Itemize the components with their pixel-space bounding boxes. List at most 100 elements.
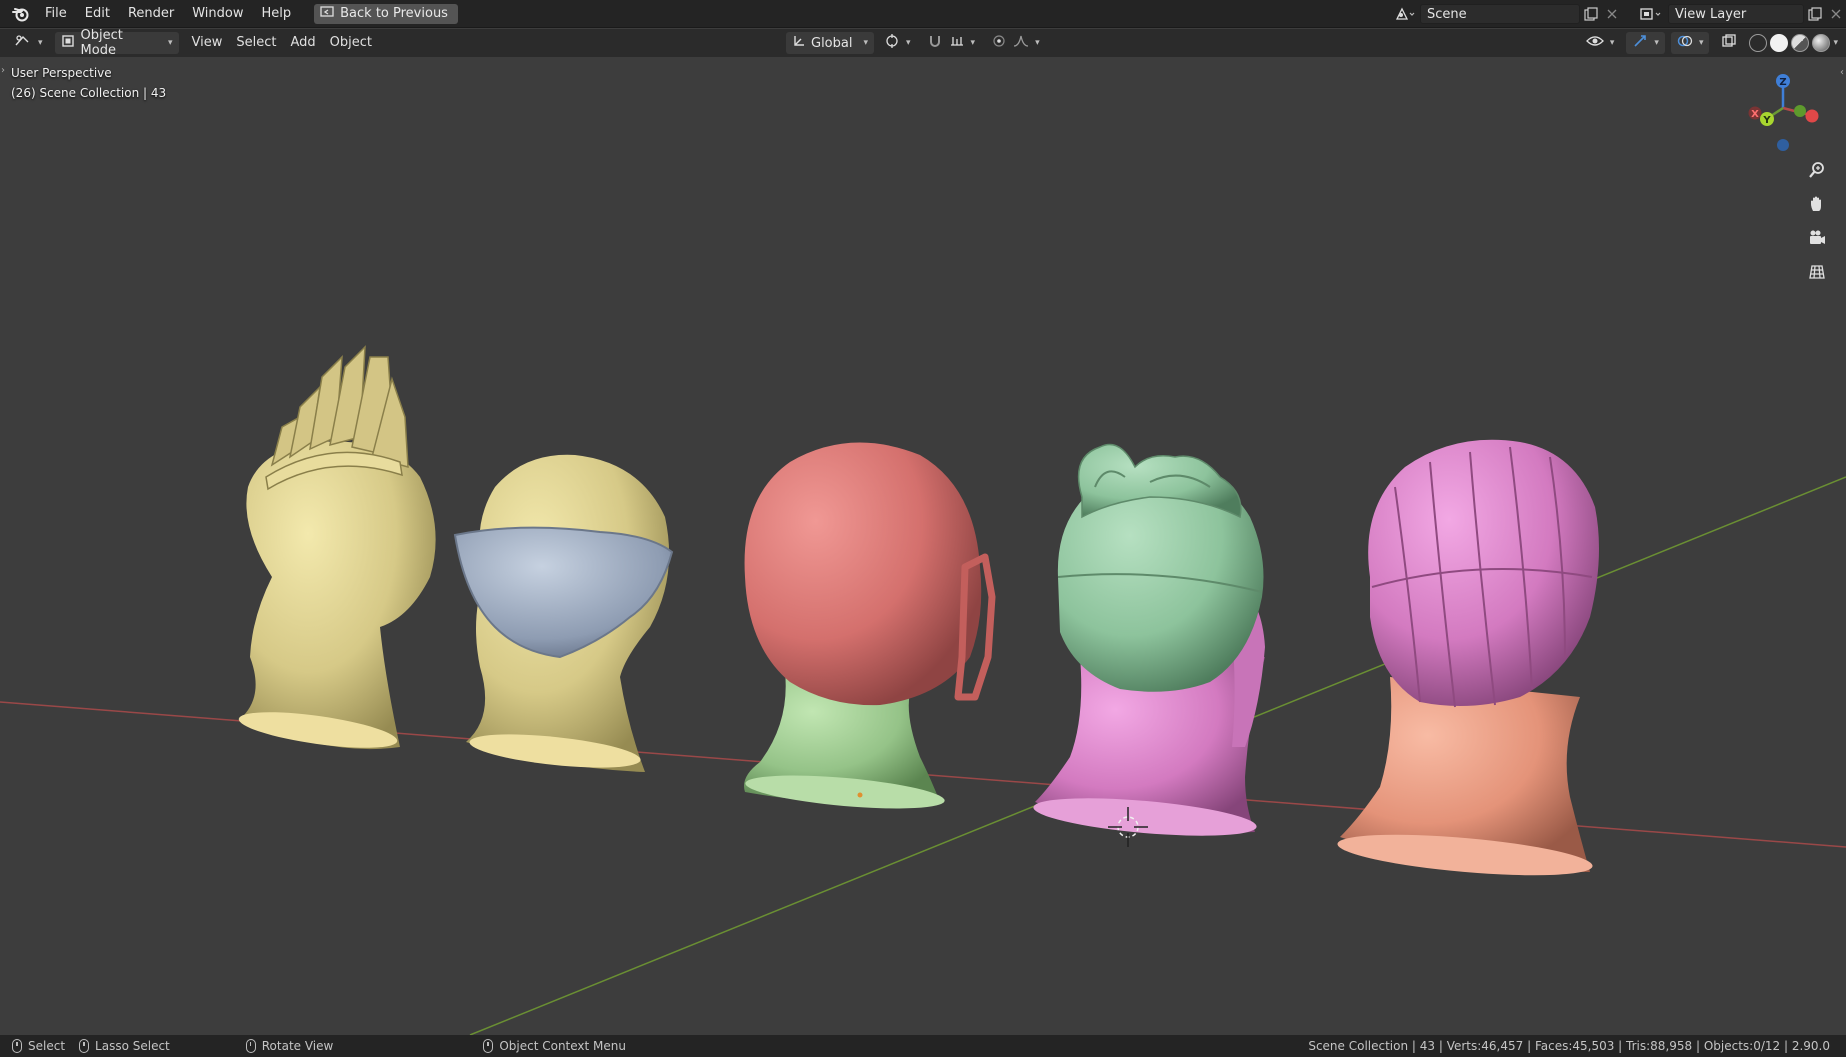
rendered-shading-icon[interactable]: [1812, 34, 1831, 52]
header-menu-object[interactable]: Object: [323, 32, 379, 54]
visibility-selector[interactable]: ▾: [1580, 32, 1621, 54]
header-menu-add[interactable]: Add: [284, 32, 323, 54]
scene-selector-icon[interactable]: [1390, 4, 1420, 24]
grid-icon[interactable]: [1804, 259, 1830, 285]
chevron-down-icon: ▾: [906, 38, 911, 48]
proportional-edit-icon: [991, 33, 1007, 53]
xray-icon: [1721, 33, 1737, 53]
proportional-editing-selector[interactable]: ▾: [985, 32, 1046, 54]
head-salmon-pink-hair[interactable]: [1336, 439, 1599, 883]
wireframe-shading-icon[interactable]: [1749, 34, 1768, 52]
header-menu-view[interactable]: View: [185, 32, 230, 54]
status-select-label: Select: [28, 1039, 66, 1053]
back-to-previous-label: Back to Previous: [340, 6, 448, 21]
falloff-curve-icon: [1013, 33, 1029, 53]
object-mode-icon: [61, 34, 75, 52]
chevron-down-icon: ▾: [863, 38, 868, 48]
hand-icon[interactable]: [1804, 191, 1830, 217]
gizmo-y-label: Y: [1762, 115, 1771, 126]
head-red-helmet[interactable]: [744, 442, 996, 815]
chevron-down-icon: ▾: [1609, 38, 1615, 48]
menu-window[interactable]: Window: [183, 0, 252, 28]
origin-point: [857, 792, 863, 798]
gizmo-toggle[interactable]: ▾: [1626, 32, 1665, 54]
status-lasso-label: Lasso Select: [95, 1039, 170, 1053]
chevron-down-icon: ▾: [1035, 38, 1040, 48]
overlays-toggle[interactable]: ▾: [1670, 32, 1710, 54]
xray-toggle[interactable]: [1715, 32, 1743, 54]
view-layer-selector-icon[interactable]: [1634, 4, 1668, 24]
gizmo-x-label: X: [1751, 109, 1759, 120]
gizmo-x-handle: [1805, 109, 1819, 123]
gizmo-neg-y-handle: [1794, 105, 1806, 117]
3d-viewport[interactable]: User Perspective (26) Scene Collection |…: [0, 57, 1846, 1035]
scene-name-value: Scene: [1427, 6, 1467, 22]
head-pink-green-hair[interactable]: [1032, 443, 1265, 843]
gizmo-z-label: Z: [1779, 77, 1786, 88]
gizmo-neg-z-handle: [1777, 139, 1789, 151]
status-lasso: Lasso Select: [79, 1039, 170, 1053]
mouse-right-icon: [483, 1039, 494, 1053]
snap-magnet-icon: [927, 33, 943, 53]
eye-icon: [1585, 34, 1604, 52]
mouse-drag-icon: [79, 1039, 90, 1053]
status-rotate: Rotate View: [245, 1039, 334, 1053]
view-layer-value: View Layer: [1675, 6, 1747, 22]
view-layer-field[interactable]: View Layer: [1668, 4, 1804, 24]
sidebar-toggle-icon[interactable]: ‹: [1840, 67, 1844, 78]
menu-render[interactable]: Render: [119, 0, 183, 28]
status-bar: Select Lasso Select Rotate View Object C…: [0, 1035, 1846, 1057]
shading-mode-group: ▾: [1749, 34, 1838, 52]
head-yellow-mohawk[interactable]: [237, 345, 436, 755]
blender-logo-icon[interactable]: [6, 0, 36, 28]
chevron-down-icon: ▾: [1654, 38, 1659, 48]
top-menu-bar: File Edit Render Window Help Back to Pre…: [0, 0, 1846, 28]
transform-orientation-selector[interactable]: Global ▾: [786, 32, 874, 54]
mouse-middle-icon: [245, 1039, 256, 1053]
pivot-point-selector[interactable]: ▾: [878, 32, 917, 54]
editor-type-selector[interactable]: ▾: [8, 32, 49, 54]
zoom-icon[interactable]: [1804, 157, 1830, 183]
menu-file[interactable]: File: [36, 0, 76, 28]
chevron-down-icon: ▾: [38, 38, 43, 48]
editor-type-icon: [14, 33, 32, 53]
orientation-label: Global: [811, 35, 853, 51]
mode-label: Object Mode: [80, 28, 123, 58]
status-rotate-label: Rotate View: [261, 1039, 334, 1053]
menu-help[interactable]: Help: [253, 0, 301, 28]
orientation-axes-icon: [792, 34, 806, 52]
chevron-down-icon: ▾: [970, 38, 976, 48]
new-scene-icon[interactable]: [1580, 4, 1602, 24]
back-to-previous-button[interactable]: Back to Previous: [314, 3, 458, 24]
viewport-header: ▾ Object Mode ▾ View Select Add Object G…: [0, 28, 1846, 58]
top-right-controls: Scene View Layer: [1390, 0, 1846, 28]
material-preview-icon[interactable]: [1791, 34, 1810, 52]
mouse-left-icon: [12, 1039, 22, 1053]
toolbar-toggle-icon[interactable]: ›: [1, 65, 5, 76]
chevron-down-icon[interactable]: ▾: [1833, 38, 1838, 48]
solid-shading-icon[interactable]: [1770, 34, 1789, 52]
snap-selector[interactable]: ▾: [921, 32, 982, 54]
status-context-label: Object Context Menu: [499, 1039, 626, 1053]
scene-canvas[interactable]: [0, 57, 1846, 1035]
head-yellow-blue-hair[interactable]: [453, 454, 674, 774]
status-context-menu: Object Context Menu: [483, 1039, 626, 1053]
scene-name-field[interactable]: Scene: [1420, 4, 1580, 24]
new-view-layer-icon[interactable]: [1804, 4, 1826, 24]
navigation-gizmo[interactable]: Z X Y: [1738, 63, 1828, 163]
delete-view-layer-icon[interactable]: [1826, 4, 1846, 24]
gizmo-icon: [1632, 33, 1648, 53]
pivot-icon: [884, 33, 900, 53]
mode-selector[interactable]: Object Mode ▾: [54, 28, 179, 58]
header-menu-select[interactable]: Select: [229, 32, 283, 54]
scene-statistics: Scene Collection | 43 | Verts:46,457 | F…: [1308, 1039, 1830, 1053]
camera-icon[interactable]: [1804, 225, 1830, 251]
chevron-down-icon: ▾: [1698, 38, 1704, 48]
transform-tools-group: Global ▾ ▾ ▾ ▾: [786, 32, 1046, 54]
collection-label: (26) Scene Collection | 43: [11, 86, 167, 100]
perspective-label: User Perspective: [11, 66, 112, 80]
chevron-down-icon: ▾: [168, 38, 173, 48]
delete-scene-icon[interactable]: [1602, 4, 1622, 24]
screen-icon: [320, 5, 334, 22]
menu-edit[interactable]: Edit: [76, 0, 119, 28]
